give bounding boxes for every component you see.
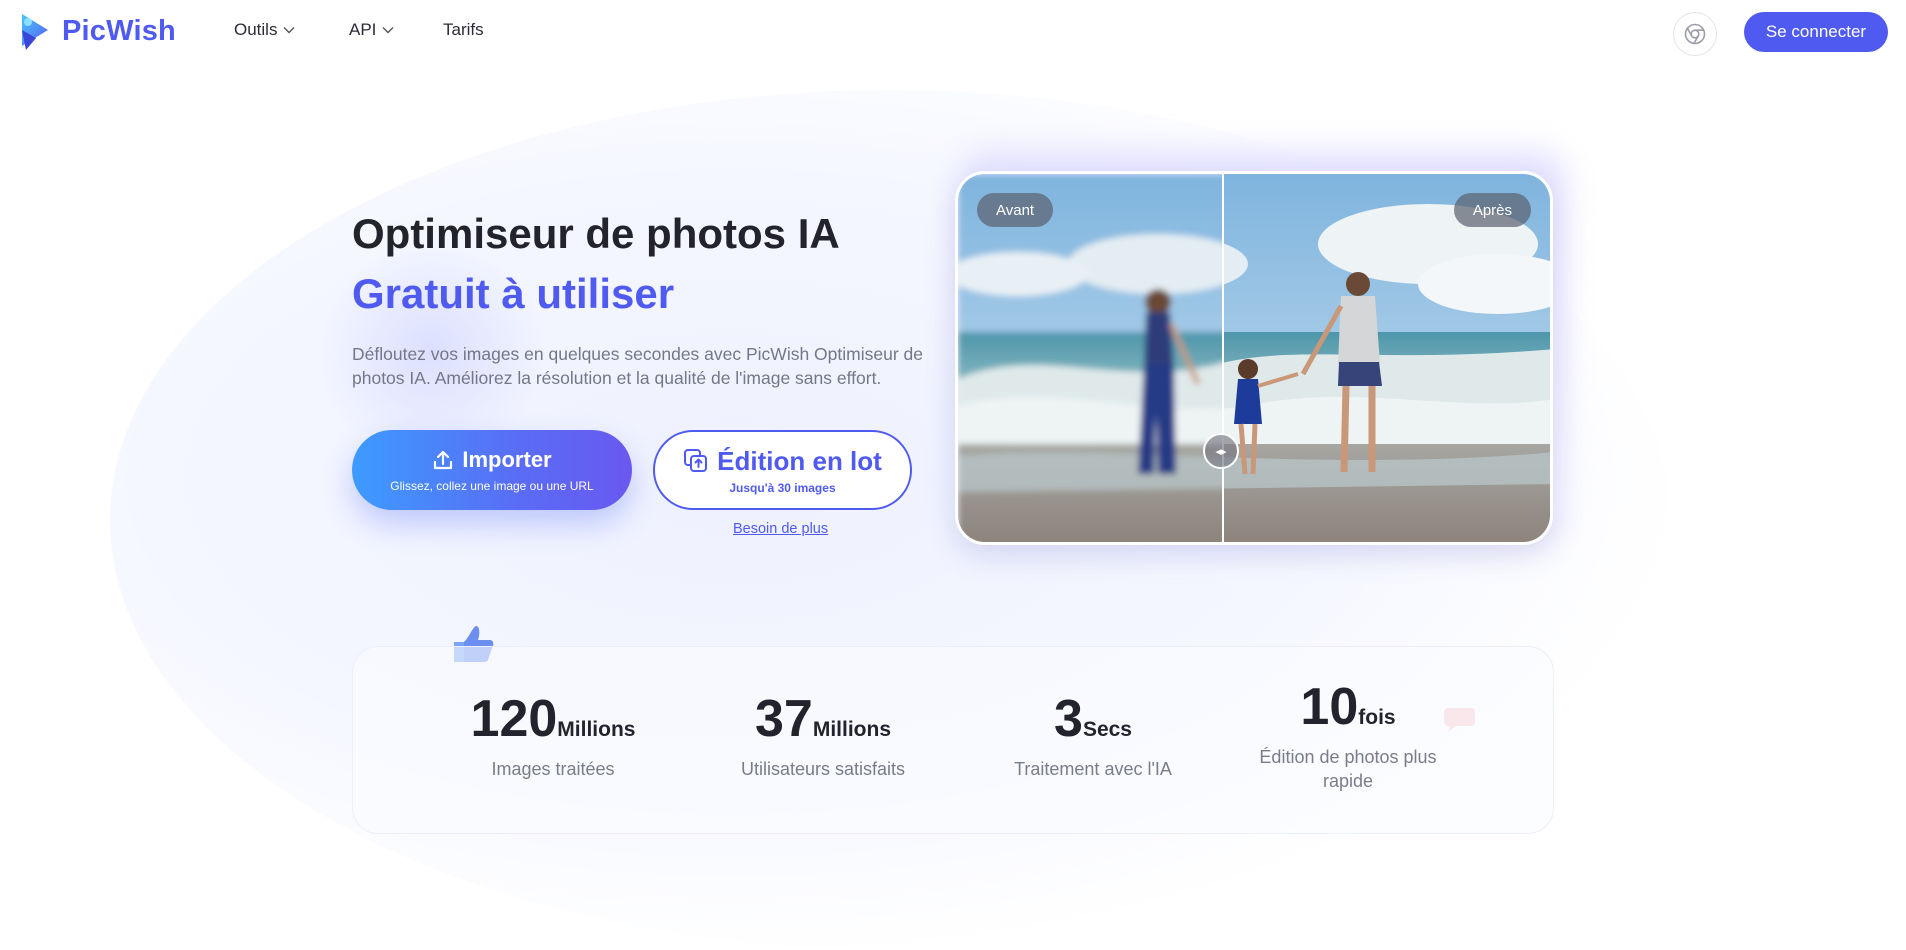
batch-upload-icon — [684, 449, 708, 472]
stat-faster-editing: 10fois Édition de photos plus rapide — [1248, 677, 1448, 793]
nav-item-label: Tarifs — [443, 20, 484, 39]
import-button-hint: Glissez, collez une image ou une URL — [390, 479, 594, 493]
login-button[interactable]: Se connecter — [1744, 12, 1888, 52]
nav-item-tarifs[interactable]: Tarifs — [443, 20, 484, 40]
import-button[interactable]: Importer Glissez, collez une image ou un… — [352, 430, 632, 510]
stat-satisfied-users: 37Millions Utilisateurs satisfaits — [713, 689, 933, 781]
brand-name: PicWish — [62, 14, 176, 47]
compare-divider[interactable] — [1222, 174, 1224, 542]
stat-unit: Millions — [812, 718, 891, 741]
stat-number: 120 — [470, 690, 558, 748]
chevron-down-icon — [382, 27, 394, 34]
compare-handle-icon[interactable]: ◂▸ — [1203, 433, 1239, 469]
upload-icon — [434, 450, 453, 470]
chrome-extension-button[interactable] — [1673, 12, 1717, 56]
before-label: Avant — [977, 193, 1054, 227]
chrome-icon — [1684, 23, 1706, 45]
page-subtitle: Gratuit à utiliser — [352, 270, 675, 317]
beach-photo — [958, 174, 1553, 545]
before-after-comparison[interactable]: Avant Après ◂▸ — [955, 171, 1553, 545]
stat-label: Utilisateurs satisfaits — [740, 759, 906, 779]
stat-images-processed: 120Millions Images traitées — [453, 689, 653, 781]
stat-label: Images traitées — [491, 759, 615, 779]
stats-panel: 120Millions Images traitées 37Millions U… — [352, 646, 1554, 834]
nav-item-label: Outils — [234, 20, 278, 39]
batch-edit-label: Édition en lot — [717, 445, 882, 476]
nav-item-api[interactable]: API — [349, 20, 394, 40]
nav-item-outils[interactable]: Outils — [234, 20, 295, 40]
stat-number: 10 — [1300, 678, 1359, 736]
page-title: Optimiseur de photos IA — [352, 210, 840, 257]
stat-number: 3 — [1054, 690, 1083, 748]
need-more-link[interactable]: Besoin de plus — [733, 521, 828, 537]
batch-edit-hint: Jusqu'à 30 images — [729, 480, 836, 495]
stat-unit: fois — [1358, 706, 1396, 729]
brand-logo[interactable]: PicWish — [18, 10, 176, 52]
after-label: Après — [1453, 193, 1531, 227]
stat-label: Édition de photos plus rapide — [1259, 747, 1437, 791]
hero-description: Défloutez vos images en quelques seconde… — [352, 344, 923, 388]
stat-unit: Secs — [1082, 718, 1132, 741]
batch-edit-button[interactable]: Édition en lot Jusqu'à 30 images — [653, 430, 912, 510]
stat-label: Traitement avec l'IA — [1014, 759, 1172, 779]
top-navigation: PicWish Outils API Tarifs Se connecter — [0, 0, 1906, 64]
nav-item-label: API — [349, 20, 377, 39]
chevron-down-icon — [283, 27, 295, 34]
stat-unit: Millions — [557, 718, 636, 741]
stat-number: 37 — [754, 690, 813, 748]
stat-ai-processing: 3Secs Traitement avec l'IA — [983, 689, 1203, 781]
picwish-logo-icon — [22, 14, 48, 50]
import-button-label: Importer — [462, 447, 552, 472]
